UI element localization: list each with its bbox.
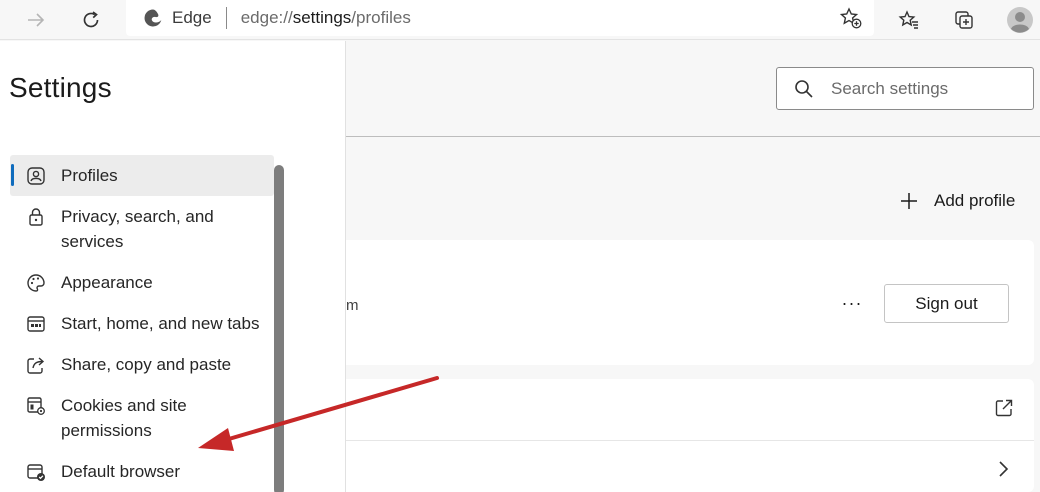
sidebar-item-label: Profiles xyxy=(61,166,118,185)
sidebar-item-privacy[interactable]: Privacy, search, and services xyxy=(10,196,274,262)
refresh-icon[interactable] xyxy=(75,4,107,36)
sidebar-item-label: Start, home, and new tabs xyxy=(61,314,260,333)
add-favorite-icon[interactable] xyxy=(838,5,864,31)
profile-icon xyxy=(25,165,47,187)
sign-out-button[interactable]: Sign out xyxy=(884,284,1009,323)
sidebar-item-label: Privacy, search, and services xyxy=(61,207,214,251)
forward-icon[interactable] xyxy=(20,4,52,36)
chevron-right-icon[interactable] xyxy=(994,457,1014,481)
cookies-icon xyxy=(25,395,47,417)
search-input[interactable] xyxy=(831,78,1021,99)
avatar[interactable] xyxy=(1004,4,1036,36)
sidebar-item-appearance[interactable]: Appearance xyxy=(10,262,274,303)
header-divider xyxy=(346,136,1040,137)
home-tabs-icon xyxy=(25,313,47,335)
edge-logo-icon xyxy=(142,7,164,29)
search-box[interactable] xyxy=(776,67,1034,110)
share-icon xyxy=(25,354,47,376)
lock-icon xyxy=(25,206,47,228)
external-link-icon[interactable] xyxy=(992,396,1016,420)
sidebar-title: Settings xyxy=(9,72,112,103)
settings-sidebar: Settings Profiles Privacy, search, and s… xyxy=(0,41,346,492)
settings-nav: Profiles Privacy, search, and services A… xyxy=(10,155,274,492)
sidebar-item-label: Cookies and site permissions xyxy=(61,396,187,440)
sidebar-scrollbar[interactable] xyxy=(274,165,284,492)
sidebar-item-label: Share, copy and paste xyxy=(61,355,232,374)
search-icon xyxy=(794,79,814,99)
sidebar-item-profiles[interactable]: Profiles xyxy=(10,155,274,196)
url-prefix: edge:// xyxy=(240,8,293,27)
url-text: edge://settings/profiles xyxy=(241,8,411,28)
sidebar-item-share[interactable]: Share, copy and paste xyxy=(10,344,274,385)
collections-icon[interactable] xyxy=(948,4,980,36)
url-host: settings xyxy=(292,8,352,27)
more-options-button[interactable]: ··· xyxy=(838,292,866,314)
add-profile-label: Add profile xyxy=(934,191,1016,210)
add-profile-button[interactable]: Add profile xyxy=(898,186,1015,216)
favorites-icon[interactable] xyxy=(893,4,925,36)
sidebar-item-label: Default browser xyxy=(61,462,181,481)
browser-toolbar: Edge edge://settings/profiles xyxy=(0,0,1040,40)
plus-icon xyxy=(898,190,920,212)
address-bar[interactable]: Edge edge://settings/profiles xyxy=(126,0,874,36)
url-path: /profiles xyxy=(351,8,411,27)
sidebar-item-cookies[interactable]: Cookies and site permissions xyxy=(10,385,274,451)
profile-email: m xyxy=(346,297,359,314)
address-separator xyxy=(225,7,227,29)
sidebar-item-label: Appearance xyxy=(61,273,153,292)
palette-icon xyxy=(25,272,47,294)
site-name: Edge xyxy=(172,8,212,27)
profile-settings-card xyxy=(346,379,1034,492)
sidebar-item-start-home[interactable]: Start, home, and new tabs xyxy=(10,303,274,344)
sidebar-item-default-browser[interactable]: Default browser xyxy=(10,451,274,492)
card-row-divider xyxy=(346,440,1034,441)
profile-card: m ··· Sign out xyxy=(346,240,1034,365)
default-browser-icon xyxy=(25,461,47,483)
